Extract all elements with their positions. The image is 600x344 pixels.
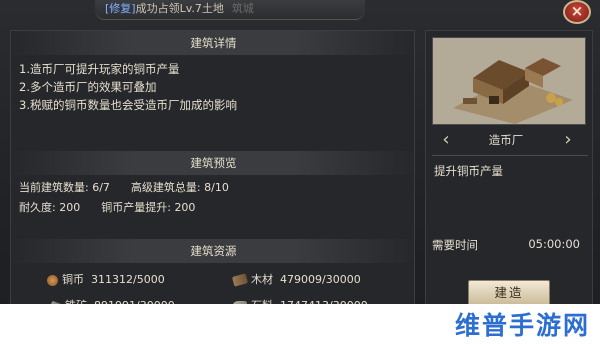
total-label: 高级建筑总量:: [130, 181, 201, 194]
wood-icon: [231, 273, 249, 287]
resource-name: 铜币: [62, 273, 84, 286]
resources-header: 建筑资源: [11, 239, 416, 263]
building-name: 造币厂: [488, 133, 524, 147]
detail-line-1: 1.造币厂可提升玩家的铜币产量: [19, 62, 180, 76]
building-panel: ‹ 造币厂 › 提升铜币产量 需要时间 05:00:00 建造: [425, 30, 594, 306]
divider: [432, 155, 588, 156]
resource-wood: 木材 479009/30000: [231, 271, 361, 287]
close-button[interactable]: ×: [563, 0, 591, 24]
title-banner: [修复]成功占领Lv.7土地 筑城: [95, 0, 365, 20]
count-label: 当前建筑数量:: [19, 181, 89, 194]
info-panel: 建筑详情 1.造币厂可提升玩家的铜币产量 2.多个造币厂的效果可叠加 3.税赋的…: [10, 30, 416, 312]
details-header: 建筑详情: [11, 31, 416, 55]
coin-icon: [47, 274, 58, 286]
time-label: 需要时间: [432, 238, 478, 252]
title-tag: [修复]: [105, 2, 136, 15]
preview-row-1: 当前建筑数量: 6/7 高级建筑总量: 8/10: [19, 179, 229, 195]
chevron-right-icon: ›: [564, 129, 572, 150]
detail-line-3: 3.税赋的铜币数量也会受造币厂加成的影响: [19, 98, 237, 112]
next-building-button[interactable]: ›: [558, 129, 578, 153]
building-illustration: [432, 37, 586, 125]
close-icon: ×: [570, 2, 584, 20]
building-description: 提升铜币产量: [434, 164, 503, 178]
watermark-text: 维普手游网: [454, 311, 590, 340]
time-value: 05:00:00: [528, 237, 580, 251]
boost-value: 200: [174, 201, 196, 214]
title-ghost-text: 筑城: [231, 2, 254, 15]
resource-copper: 铜币 311312/5000: [47, 271, 165, 287]
build-button[interactable]: 建造: [468, 280, 550, 306]
durability-value: 200: [59, 201, 81, 214]
prev-building-button[interactable]: ‹: [436, 129, 456, 153]
resource-name: 木材: [251, 273, 273, 286]
total-value: 8/10: [204, 181, 229, 194]
mint-building-image: [433, 38, 585, 124]
title-text: 成功占领Lv.7土地: [135, 2, 224, 15]
count-value: 6/7: [92, 181, 110, 194]
building-nav: ‹ 造币厂 ›: [426, 129, 594, 153]
detail-line-2: 2.多个造币厂的效果可叠加: [19, 80, 157, 94]
preview-row-2: 耐久度: 200 铜币产量提升: 200: [19, 199, 195, 215]
durability-label: 耐久度:: [19, 201, 56, 214]
preview-header: 建筑预览: [11, 151, 416, 175]
resource-amount: 479009/30000: [280, 273, 361, 286]
resource-amount: 311312/5000: [91, 273, 165, 286]
boost-label: 铜币产量提升:: [101, 201, 171, 214]
chevron-left-icon: ‹: [442, 129, 450, 150]
